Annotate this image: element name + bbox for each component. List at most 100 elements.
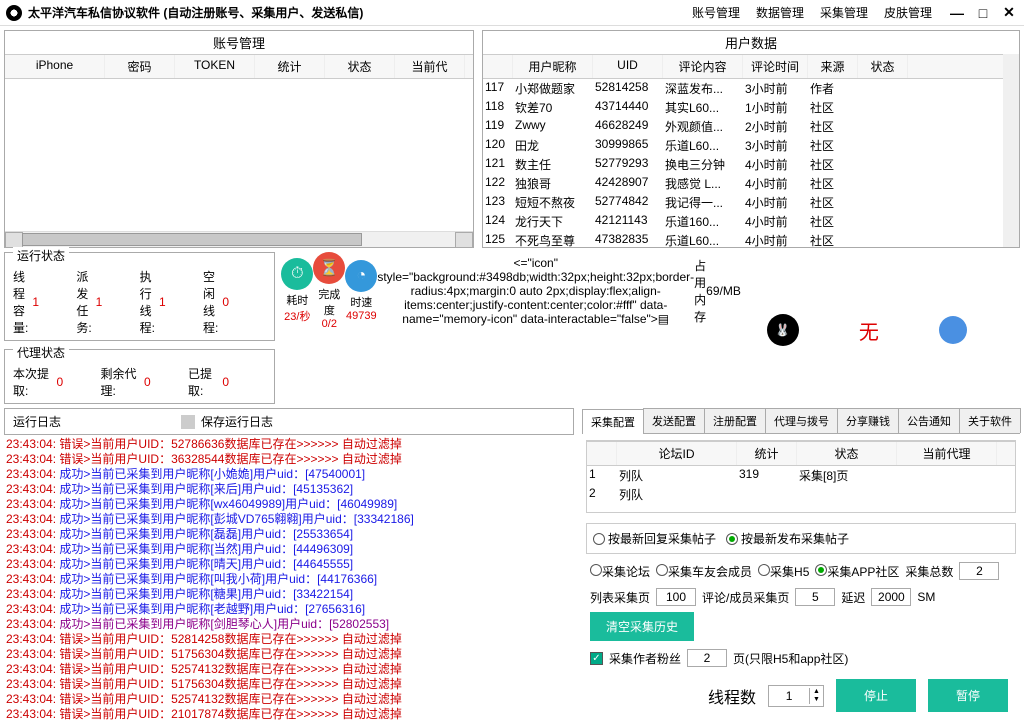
spinner-down-icon[interactable]: ▼: [810, 696, 823, 704]
config-panel: 采集配置 发送配置 注册配置 代理与拨号 分享赚钱 公告通知 关于软件 论坛ID…: [582, 408, 1020, 720]
tab-share-earn[interactable]: 分享赚钱: [837, 408, 899, 433]
log-body[interactable]: 23:43:04: 错误>当前用户UID：52786636数据库已存在>>>>>…: [4, 437, 574, 720]
radio-h5[interactable]: 采集H5: [758, 563, 809, 580]
clear-history-button[interactable]: 清空采集历史: [590, 612, 694, 641]
remain-label: 剩余代理:: [101, 365, 141, 399]
col-forum-id[interactable]: 论坛ID: [617, 442, 737, 465]
col-time[interactable]: 评论时间: [743, 55, 808, 78]
col-nickname[interactable]: 用户昵称: [513, 55, 593, 78]
table-row[interactable]: 121数主任52779293换电三分钟4小时前社区: [483, 155, 1003, 174]
delay-label: 延迟: [841, 589, 865, 606]
col-iphone[interactable]: iPhone: [5, 55, 105, 78]
tab-collect-config[interactable]: 采集配置: [582, 409, 644, 434]
col-state[interactable]: 状态: [325, 55, 395, 78]
col-source[interactable]: 来源: [808, 55, 858, 78]
v-scrollbar[interactable]: [1003, 54, 1019, 247]
collect-type-row: 采集论坛 采集车友会成员 采集H5 采集APP社区 采集总数: [582, 558, 1020, 584]
col-state2[interactable]: 状态: [858, 55, 908, 78]
clock-blue-icon: [939, 316, 967, 344]
page-config-row: 列表采集页 评论/成员采集页 延迟 SM 清空采集历史: [582, 584, 1020, 645]
fans-pages-input[interactable]: [687, 649, 727, 667]
log-panel: 运行日志 保存运行日志 23:43:04: 错误>当前用户UID：5278663…: [4, 408, 574, 720]
list-page-label: 列表采集页: [590, 589, 650, 606]
task-label: 派发任务:: [76, 268, 91, 336]
thread-count-label: 线程数: [708, 684, 756, 708]
table-row[interactable]: 124龙行天下42121143乐道160...4小时前社区: [483, 212, 1003, 231]
close-button[interactable]: ✕: [1000, 4, 1018, 22]
tab-register-config[interactable]: 注册配置: [704, 408, 766, 433]
pause-button[interactable]: 暂停: [928, 679, 1008, 712]
col-comment[interactable]: 评论内容: [663, 55, 743, 78]
account-panel: 账号管理 iPhone 密码 TOKEN 统计 状态 当前代: [4, 30, 474, 248]
menu-skin[interactable]: 皮肤管理: [884, 4, 932, 21]
stop-button[interactable]: 停止: [836, 679, 916, 712]
table-row[interactable]: 117小郑做题家52814258深蓝发布...3小时前作者: [483, 79, 1003, 98]
radio-forum[interactable]: 采集论坛: [590, 563, 650, 580]
log-line: 23:43:04: 成功>当前已采集到用户昵称[小姽姽]用户uid：[47540…: [6, 467, 572, 482]
log-line: 23:43:04: 错误>当前用户UID：36328544数据库已存在>>>>>…: [6, 452, 572, 467]
log-line: 23:43:04: 成功>当前已采集到用户昵称[晴天]用户uid：[446455…: [6, 557, 572, 572]
cmt-page-input[interactable]: [795, 588, 835, 606]
radio-by-reply[interactable]: 按最新回复采集帖子: [593, 530, 716, 547]
exec-label: 执行线程:: [140, 268, 155, 336]
run-status-group: 运行状态 线程容量:1 派发任务:1 执行线程:1 空闲线程:0: [4, 252, 275, 341]
total-label: 采集总数: [905, 563, 953, 580]
spinner-up-icon[interactable]: ▲: [810, 688, 823, 696]
user-table-body[interactable]: 117小郑做题家52814258深蓝发布...3小时前作者118钦差704371…: [483, 79, 1003, 247]
log-line: 23:43:04: 错误>当前用户UID：52574132数据库已存在>>>>>…: [6, 662, 572, 677]
log-line: 23:43:04: 错误>当前用户UID：51756304数据库已存在>>>>>…: [6, 647, 572, 662]
log-line: 23:43:04: 错误>当前用户UID：52786636数据库已存在>>>>>…: [6, 437, 572, 452]
thread-spinner[interactable]: ▲▼: [768, 685, 824, 707]
radio-club[interactable]: 采集车友会成员: [656, 563, 752, 580]
table-row[interactable]: 2列队: [587, 485, 1015, 504]
tab-about[interactable]: 关于软件: [959, 408, 1021, 433]
minimize-button[interactable]: —: [948, 4, 966, 22]
forum-table-body[interactable]: 1列队319采集[8]页2列队: [587, 466, 1015, 504]
h-scrollbar[interactable]: [5, 231, 473, 247]
col-proxy[interactable]: 当前代: [395, 55, 465, 78]
log-line: 23:43:04: 错误>当前用户UID：21017874数据库已存在>>>>>…: [6, 707, 572, 720]
menu-data[interactable]: 数据管理: [756, 4, 804, 21]
col-token[interactable]: TOKEN: [175, 55, 255, 78]
col-forum-proxy[interactable]: 当前代理: [897, 442, 997, 465]
menu-collect[interactable]: 采集管理: [820, 4, 868, 21]
log-title: 运行日志: [13, 413, 61, 430]
maximize-button[interactable]: □: [974, 4, 992, 22]
fans-row: ✓ 采集作者粉丝 页(只限H5和app社区): [582, 645, 1020, 671]
col-password[interactable]: 密码: [105, 55, 175, 78]
total-input[interactable]: [959, 562, 999, 580]
table-row[interactable]: 1列队319采集[8]页: [587, 466, 1015, 485]
thread-cap-label: 线程容量:: [13, 268, 28, 336]
col-forum-state[interactable]: 状态: [797, 442, 897, 465]
bottom-bar: 线程数 ▲▼ 停止 暂停: [582, 671, 1020, 720]
tab-send-config[interactable]: 发送配置: [643, 408, 705, 433]
list-page-input[interactable]: [656, 588, 696, 606]
table-row[interactable]: 119Zwwy46628249外观颜值...2小时前社区: [483, 117, 1003, 136]
tab-proxy-dial[interactable]: 代理与拨号: [765, 408, 838, 433]
col-uid[interactable]: UID: [593, 55, 663, 78]
table-row[interactable]: 123短短不熬夜52774842我记得一...4小时前社区: [483, 193, 1003, 212]
thread-input[interactable]: [769, 686, 809, 706]
tab-announce[interactable]: 公告通知: [898, 408, 960, 433]
exec-value: 1: [159, 295, 179, 309]
done-value: 0/2: [313, 318, 345, 330]
log-line: 23:43:04: 错误>当前用户UID：52574132数据库已存在>>>>>…: [6, 692, 572, 707]
table-row[interactable]: 125不死鸟至尊47382835乐道L60...4小时前社区: [483, 231, 1003, 247]
save-log-checkbox[interactable]: [181, 415, 195, 429]
fetch-label: 本次提取:: [13, 365, 53, 399]
table-row[interactable]: 120田龙30999865乐道L60...3小时前社区: [483, 136, 1003, 155]
menu-account[interactable]: 账号管理: [692, 4, 740, 21]
col-stat[interactable]: 统计: [255, 55, 325, 78]
time-value: 23/秒: [281, 308, 313, 324]
log-line: 23:43:04: 成功>当前已采集到用户昵称[老越野]用户uid：[27656…: [6, 602, 572, 617]
fans-checkbox[interactable]: ✓: [590, 652, 603, 665]
fetch-value: 0: [57, 375, 77, 389]
table-row[interactable]: 122独狼哥42428907我感觉 L...4小时前社区: [483, 174, 1003, 193]
radio-by-publish[interactable]: 按最新发布采集帖子: [726, 530, 849, 547]
scroll-thumb[interactable]: [22, 233, 362, 246]
account-table-body: [5, 79, 473, 231]
table-row[interactable]: 118钦差7043714440其实L60...1小时前社区: [483, 98, 1003, 117]
delay-input[interactable]: [871, 588, 911, 606]
col-forum-stat[interactable]: 统计: [737, 442, 797, 465]
radio-app[interactable]: 采集APP社区: [815, 563, 899, 580]
